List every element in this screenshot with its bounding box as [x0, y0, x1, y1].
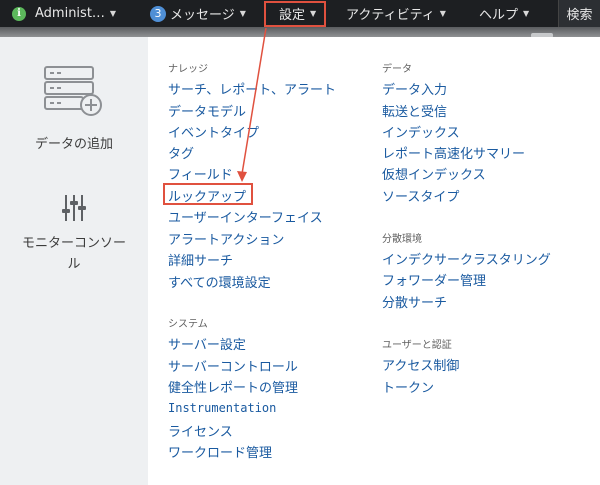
settings-highlight-box	[264, 1, 326, 27]
monitor-console-label-line2: ル	[67, 257, 81, 272]
user-menu-label: Administ…	[35, 6, 105, 21]
chevron-down-icon: ▼	[109, 9, 117, 18]
server-add-icon	[44, 66, 102, 116]
messages-count-badge: 3	[150, 5, 166, 22]
menu-link-forwarding-receiving[interactable]: 転送と受信	[382, 101, 447, 120]
menu-link-virtual-indexes[interactable]: 仮想インデックス	[382, 164, 486, 183]
menu-link-health-report-manager[interactable]: 健全性レポートの管理	[168, 377, 298, 396]
menu-link-user-interface[interactable]: ユーザーインターフェイス	[168, 207, 323, 226]
menu-link-workload-management[interactable]: ワークロード管理	[168, 442, 272, 461]
add-data-label: データの追加	[34, 137, 113, 152]
menu-link-indexer-clustering[interactable]: インデクサークラスタリング	[382, 249, 551, 268]
help-menu[interactable]: ヘルプ ▼	[479, 0, 529, 27]
menu-link-server-controls[interactable]: サーバーコントロール	[168, 356, 298, 375]
menu-link-source-types[interactable]: ソースタイプ	[382, 186, 459, 205]
chevron-down-icon: ▼	[523, 9, 530, 18]
monitor-console-label-line1: モニターコンソー	[21, 236, 126, 251]
menu-link-alert-actions[interactable]: アラートアクション	[168, 229, 284, 248]
menu-link-tags[interactable]: タグ	[168, 143, 194, 162]
chevron-down-icon: ▼	[439, 9, 446, 18]
system-heading: システム	[168, 319, 208, 330]
help-menu-label: ヘルプ	[479, 8, 519, 23]
messages-menu-label: メッセージ	[170, 8, 235, 23]
search-button-label: 検索	[566, 8, 593, 23]
menu-link-advanced-search[interactable]: 詳細サーチ	[168, 250, 233, 269]
menu-link-search-reports-alerts[interactable]: サーチ、レポート、アラート	[168, 79, 336, 98]
search-button[interactable]: 検索	[558, 0, 600, 27]
messages-menu[interactable]: 3 メッセージ ▼	[150, 0, 246, 27]
menu-link-access-controls[interactable]: アクセス制御	[382, 355, 459, 374]
menu-link-instrumentation[interactable]: Instrumentation	[168, 401, 276, 415]
data-heading: データ	[382, 64, 412, 75]
lookup-highlight-box	[163, 183, 253, 205]
menu-link-forwarder-management[interactable]: フォワーダー管理	[382, 270, 486, 289]
menu-link-tokens[interactable]: トークン	[382, 377, 434, 396]
menu-link-distributed-search[interactable]: 分散サーチ	[382, 292, 447, 311]
sliders-icon	[62, 195, 86, 221]
menu-link-fields[interactable]: フィールド	[168, 164, 233, 183]
settings-left-column: データの追加 モニターコンソー ル	[0, 37, 148, 485]
activity-menu[interactable]: アクティビティ ▼	[346, 0, 446, 27]
menu-link-all-configurations[interactable]: すべての環境設定	[168, 272, 271, 291]
distributed-heading: 分散環境	[382, 234, 422, 245]
menu-link-data-models[interactable]: データモデル	[168, 101, 246, 120]
activity-menu-label: アクティビティ	[346, 8, 435, 23]
menu-link-event-types[interactable]: イベントタイプ	[168, 122, 259, 141]
settings-dropdown-panel: データの追加 モニターコンソー ル ナレッジ サーチ、レポート、アラート データ…	[0, 37, 600, 485]
menu-link-indexes[interactable]: インデックス	[382, 122, 460, 141]
topbar-shadow	[0, 27, 600, 37]
menu-link-server-settings[interactable]: サーバー設定	[168, 334, 246, 353]
user-menu[interactable]: i Administ… ▼	[12, 0, 116, 27]
knowledge-heading: ナレッジ	[168, 64, 208, 75]
users-auth-heading: ユーザーと認証	[382, 340, 452, 351]
user-status-icon: i	[12, 6, 26, 21]
menu-link-licensing[interactable]: ライセンス	[168, 421, 233, 440]
menu-link-report-acceleration-summaries[interactable]: レポート高速化サマリー	[382, 143, 525, 162]
chevron-down-icon: ▼	[239, 9, 246, 18]
menu-link-data-inputs[interactable]: データ入力	[382, 79, 447, 98]
